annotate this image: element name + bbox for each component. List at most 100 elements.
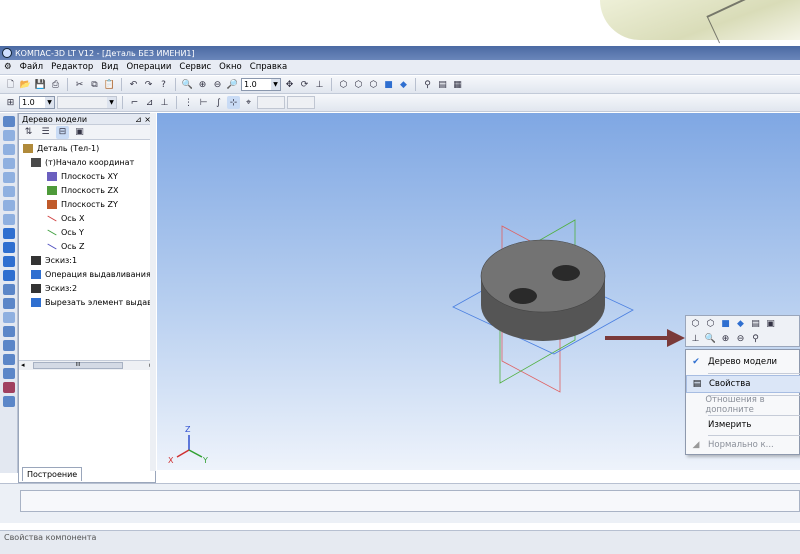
menu-service[interactable]: Сервис xyxy=(179,62,211,72)
orientation-icon[interactable]: ⊥ xyxy=(313,78,326,91)
zoom-out-icon[interactable]: ⊖ xyxy=(211,78,224,91)
hidden-lines-icon[interactable]: ⬡ xyxy=(704,317,717,330)
tree-plane-zx[interactable]: Плоскость ZX xyxy=(47,186,118,195)
manager-icon[interactable]: ▤ xyxy=(749,317,762,330)
coordinate-icon[interactable]: ⊢ xyxy=(197,96,210,109)
copy-icon[interactable]: ⧉ xyxy=(88,78,101,91)
tree-struct-icon[interactable]: ⊟ xyxy=(56,125,69,139)
tree-origin[interactable]: (т)Начало координат xyxy=(31,158,134,167)
parameters-field[interactable] xyxy=(20,490,800,512)
app-menu-icon[interactable]: ⚙ xyxy=(4,62,12,72)
zoom-scale-icon[interactable]: 🔎 xyxy=(226,78,239,91)
chevron-down-icon[interactable]: ▼ xyxy=(45,97,54,108)
sheet-metal-icon[interactable] xyxy=(3,284,15,295)
print-icon[interactable]: ⎙ xyxy=(49,78,62,91)
menu-item-relations[interactable]: Отношения в дополните xyxy=(686,395,800,415)
misc-tool-icon[interactable] xyxy=(3,396,15,407)
help-pointer-icon[interactable]: ? xyxy=(157,78,170,91)
tree-extrude[interactable]: Операция выдавливания xyxy=(31,270,151,279)
grid-step-icon[interactable]: ⊞ xyxy=(4,96,17,109)
auxiliary-geometry-icon[interactable] xyxy=(3,242,15,253)
halftone-icon[interactable]: ■ xyxy=(382,78,395,91)
tree-options-icon[interactable]: ▣ xyxy=(73,126,86,139)
open-file-icon[interactable]: 📂 xyxy=(19,78,32,91)
elements-icon[interactable] xyxy=(3,368,15,379)
diagnostics-icon[interactable] xyxy=(3,298,15,309)
chevron-down-icon[interactable]: ▼ xyxy=(107,97,116,108)
dimensions-tool-icon[interactable] xyxy=(3,158,15,169)
filter-3d-icon[interactable] xyxy=(3,326,15,337)
menu-file[interactable]: Файл xyxy=(20,62,43,72)
tree-cut-extrude[interactable]: Вырезать элемент выдав. xyxy=(31,298,154,307)
horizontal-scrollbar[interactable]: ◂ III ▸ xyxy=(19,360,155,370)
zoom-window-icon[interactable]: 🔍 xyxy=(704,332,717,345)
wireframe-icon[interactable]: ⬡ xyxy=(337,78,350,91)
cursor-coords-icon[interactable]: ⌖ xyxy=(242,96,255,109)
menu-window[interactable]: Окно xyxy=(219,62,242,72)
perspective-icon[interactable]: ◆ xyxy=(397,78,410,91)
filter-icon[interactable]: ⚲ xyxy=(749,332,762,345)
spec-3d-icon[interactable] xyxy=(3,340,15,351)
menu-view[interactable]: Вид xyxy=(101,62,118,72)
geometry-tool-icon[interactable] xyxy=(3,116,15,127)
tree-sketch-1[interactable]: Эскиз:1 xyxy=(31,256,77,265)
scroll-left-icon[interactable]: ◂ xyxy=(21,361,25,369)
panel-pin-close[interactable]: ⊿ × xyxy=(135,115,151,124)
menu-operations[interactable]: Операции xyxy=(126,62,171,72)
curve-icon[interactable]: ∫ xyxy=(212,96,225,109)
tree-sketch-2[interactable]: Эскиз:2 xyxy=(31,284,77,293)
menu-item-normal-to[interactable]: ◢ Нормально к... xyxy=(686,436,800,454)
cut-tool-icon[interactable]: ✂ xyxy=(73,78,86,91)
undo-icon[interactable]: ↶ xyxy=(127,78,140,91)
library-3d-icon[interactable] xyxy=(3,382,15,393)
zoom-in-icon[interactable]: ⊕ xyxy=(196,78,209,91)
zoom-combo[interactable]: 1.0 ▼ xyxy=(241,78,281,91)
array-tool-icon[interactable] xyxy=(3,270,15,281)
orientation-icon[interactable]: ⊥ xyxy=(689,332,702,345)
tree-plane-zy[interactable]: Плоскость ZY xyxy=(47,200,118,209)
coord-y-field[interactable] xyxy=(287,96,315,109)
tree-axis-z[interactable]: Ось Z xyxy=(47,242,84,251)
grid-icon[interactable]: ⋮ xyxy=(182,96,195,109)
step-combo[interactable]: 1.0 ▼ xyxy=(19,96,55,109)
paste-icon[interactable]: 📋 xyxy=(103,78,116,91)
snap-active-icon[interactable]: ⊹ xyxy=(227,96,240,109)
pan-icon[interactable]: ✥ xyxy=(283,78,296,91)
halftone-icon[interactable]: ■ xyxy=(719,317,732,330)
measure-3d-icon[interactable] xyxy=(3,312,15,323)
tab-construction[interactable]: Построение xyxy=(22,467,83,481)
zoom-in-icon[interactable]: ⊕ xyxy=(719,332,732,345)
menu-item-properties[interactable]: ▤ Свойства xyxy=(686,375,800,393)
filter-icon[interactable]: ⚲ xyxy=(421,78,434,91)
menu-help[interactable]: Справка xyxy=(250,62,287,72)
tree-part[interactable]: Деталь (Тел-1) xyxy=(23,144,99,153)
notation-tool-icon[interactable] xyxy=(3,172,15,183)
part-edit-tool-icon[interactable] xyxy=(3,228,15,239)
wireframe-icon[interactable]: ⬡ xyxy=(689,317,702,330)
snap-icon[interactable]: ⊿ xyxy=(143,96,156,109)
new-file-icon[interactable]: 🗋 xyxy=(4,78,17,91)
edit-tool-icon[interactable] xyxy=(3,130,15,141)
shaded-icon[interactable]: ◆ xyxy=(734,317,747,330)
save-view-icon[interactable]: ▣ xyxy=(764,317,777,330)
coord-x-field[interactable] xyxy=(257,96,285,109)
local-cs-icon[interactable]: ⊥ xyxy=(158,96,171,109)
library-icon[interactable]: ▦ xyxy=(451,78,464,91)
zoom-out-icon[interactable]: ⊖ xyxy=(734,332,747,345)
panel-vertical-scrollbar[interactable] xyxy=(150,113,156,471)
tree-order-icon[interactable]: ⇅ xyxy=(22,126,35,139)
save-icon[interactable]: 💾 xyxy=(34,78,47,91)
measure-tool-icon[interactable] xyxy=(3,186,15,197)
menu-item-model-tree[interactable]: ✔ Дерево модели xyxy=(686,353,800,371)
selection-tool-icon[interactable] xyxy=(3,200,15,211)
surface-tool-icon[interactable] xyxy=(3,256,15,267)
reports-icon[interactable] xyxy=(3,354,15,365)
thin-lines-icon[interactable]: ⬡ xyxy=(367,78,380,91)
tree-axis-x[interactable]: Ось X xyxy=(47,214,84,223)
rotate-icon[interactable]: ⟳ xyxy=(298,78,311,91)
manager-icon[interactable]: ▤ xyxy=(436,78,449,91)
tree-view-icon[interactable]: ☰ xyxy=(39,126,52,139)
hidden-lines-icon[interactable]: ⬡ xyxy=(352,78,365,91)
parametrization-tool-icon[interactable] xyxy=(3,144,15,155)
tree-plane-xy[interactable]: Плоскость XY xyxy=(47,172,118,181)
